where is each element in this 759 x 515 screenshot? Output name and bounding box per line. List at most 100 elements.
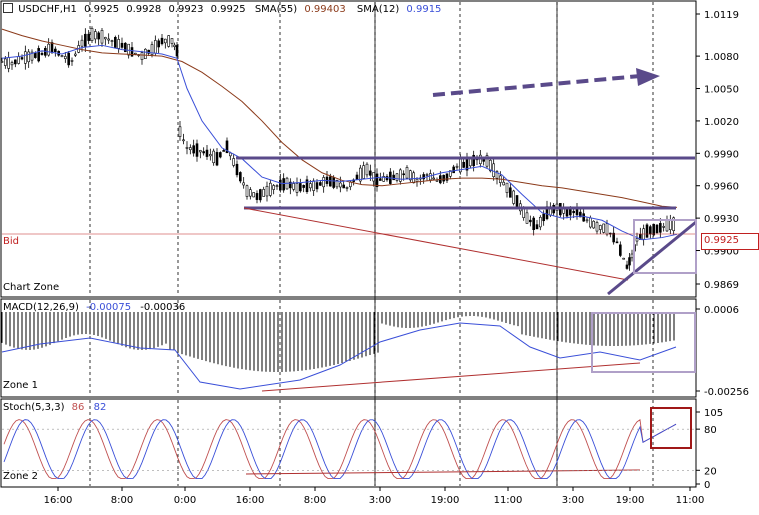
candle-body [140,52,144,60]
candle-body [432,177,435,180]
x-tick-label: 8:00 [111,495,133,506]
candle-body [229,152,232,157]
candle-body [205,149,209,157]
candle-body [662,226,665,228]
candle-body [532,217,535,231]
candle-body [569,209,572,216]
candle-body [469,158,472,167]
y-tick-label: 1.0119 [704,10,739,21]
candle-body [114,37,117,48]
y-tick-label: 105 [704,408,723,419]
candle-body [275,185,279,187]
candle-body [635,238,639,242]
candle-body [372,172,375,182]
candle-body [84,33,87,47]
candle-body [659,223,662,233]
candle-body [529,219,532,223]
macd-header: MACD(12,26,9) -0.00075 -0.00036 [3,302,185,314]
y-tick-label: 0.9990 [704,149,739,160]
candle-body [215,152,219,166]
candle-body [40,53,44,55]
symbol-label: USDCHF,H1 [18,4,77,15]
candle-body [64,56,67,59]
candle-body [365,163,369,176]
candle-body [309,183,312,189]
sma12-value: 0.9915 [406,4,442,15]
candle-body [599,225,602,230]
candle-body [505,182,509,193]
candle-body [117,39,120,49]
candle-body [615,241,619,244]
candle-body [355,174,359,180]
x-tick-label: 11:00 [494,495,523,506]
candle-body [399,169,402,182]
candle-body [515,195,519,209]
candle-body [154,40,157,54]
candle-body [605,223,609,235]
candle-body [455,165,459,168]
candle-body [80,39,84,47]
candle-body [14,59,17,65]
expand-icon[interactable] [3,3,13,13]
candle-body [572,210,575,214]
candle-body [202,151,205,154]
stoch-value-2: 82 [93,402,107,413]
y-tick-label: 1.0080 [704,52,739,63]
candle-body [245,185,249,197]
candle-body [232,158,235,166]
candle-body [167,35,170,47]
candle-body [182,139,185,142]
candle-body [619,244,622,256]
candle-body [185,147,189,149]
candle-body [502,181,505,186]
x-tick-label: 8:00 [304,495,326,506]
candle-body [252,192,255,198]
candle-body [60,55,64,58]
candle-body [622,257,625,260]
candle-body [195,143,199,157]
candle-body [652,223,655,236]
x-axis: 16:00 8:00 0:00 16:00 8:00 3:00 19:00 11:00 3:00… [44,487,704,506]
ohlc-high: 0.9928 [126,4,162,15]
candle-body [585,219,589,222]
candle-body [292,183,295,190]
candle-body [157,40,160,48]
candle-body [392,174,395,181]
candle-body [110,40,114,42]
candle-body [442,174,445,182]
candle-body [612,232,615,243]
candle-body [395,173,399,181]
candle-body [144,48,147,59]
candle-body [50,42,54,53]
candle-body [259,189,262,201]
candle-body [435,179,439,182]
candle-body [189,147,192,151]
candle-body [120,42,124,48]
candle-body [212,150,215,164]
ohlc-low: 0.9923 [168,4,204,15]
candle-body [24,51,27,64]
candle-body [655,224,659,234]
y-tick-label: 1.0050 [704,85,739,96]
candle-body [665,220,669,232]
y-tick-label: 0.9960 [704,182,739,193]
candle-body [209,154,212,157]
candle-body [107,38,110,41]
candle-body [160,37,164,45]
y-tick-label: 80 [704,425,717,436]
candle-body [302,185,305,188]
candle-body [375,173,379,188]
x-tick-label: 19:00 [431,495,460,506]
y-tick-label: 0.9869 [704,280,739,291]
candle-body [10,62,14,66]
candle-body [37,48,40,62]
candle-body [625,264,629,269]
candle-body [415,178,419,182]
candle-body [582,213,585,222]
candle-body [54,48,57,52]
stoch-label: Stoch(5,3,3) [3,402,65,413]
chart-canvas: 1.0119 1.0080 1.0050 1.0020 0.9990 0.9960 0.99… [0,0,749,506]
candle-body [589,217,592,228]
macd-value-1: -0.00075 [86,302,132,313]
candle-body [97,32,100,40]
